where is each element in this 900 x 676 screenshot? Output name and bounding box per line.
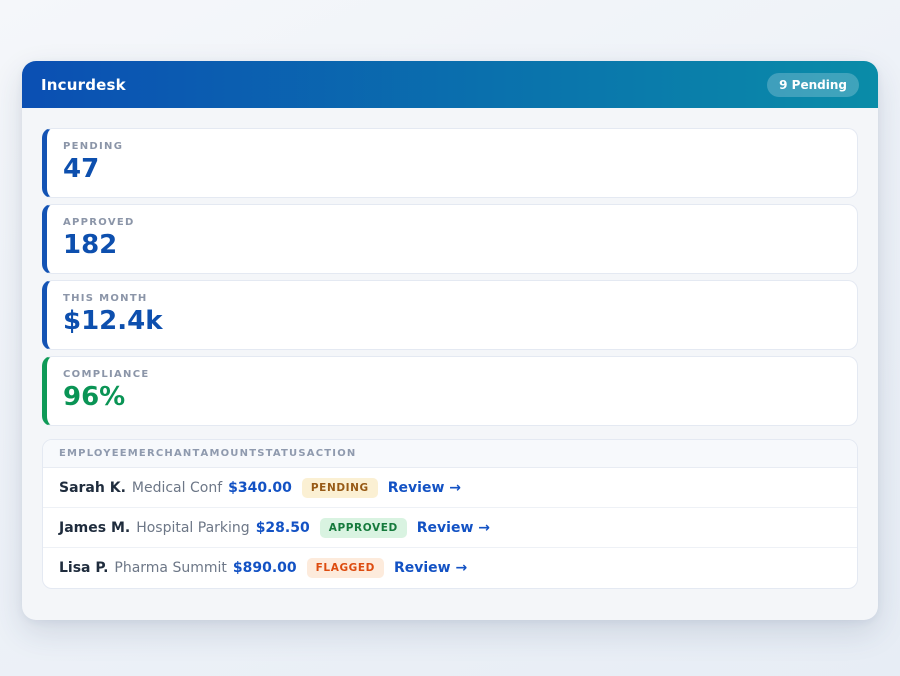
status-badge: PENDING — [302, 478, 378, 498]
stat-card-compliance: COMPLIANCE 96% — [42, 356, 858, 426]
review-link[interactable]: Review → — [417, 520, 490, 536]
column-header-employee: EMPLOYEE — [59, 448, 128, 459]
merchant-name: Hospital Parking — [136, 520, 249, 536]
stat-value: 96% — [63, 383, 841, 412]
stat-card-this-month: THIS MONTH $12.4k — [42, 280, 858, 350]
app-window: Incurdesk 9 Pending PENDING 47 APPROVED … — [22, 61, 878, 620]
stat-value: $12.4k — [63, 307, 841, 336]
merchant-name: Pharma Summit — [114, 560, 227, 576]
employee-name: Lisa P. — [59, 560, 108, 576]
stat-label: APPROVED — [63, 217, 841, 228]
expense-amount: $340.00 — [228, 480, 292, 496]
table-row: Sarah K. Medical Conf $340.00 PENDING Re… — [43, 468, 857, 508]
dashboard-body: PENDING 47 APPROVED 182 THIS MONTH $12.4… — [22, 108, 878, 613]
stat-card-pending: PENDING 47 — [42, 128, 858, 198]
stat-card-approved: APPROVED 182 — [42, 204, 858, 274]
expense-amount: $28.50 — [256, 520, 310, 536]
app-header: Incurdesk 9 Pending — [22, 61, 878, 108]
column-header-merchant: MERCHANT — [128, 448, 201, 459]
stat-value: 47 — [63, 155, 841, 184]
app-title: Incurdesk — [41, 76, 126, 94]
stat-label: THIS MONTH — [63, 293, 841, 304]
employee-name: Sarah K. — [59, 480, 126, 496]
table-row: James M. Hospital Parking $28.50 APPROVE… — [43, 508, 857, 548]
stat-label: COMPLIANCE — [63, 369, 841, 380]
review-link[interactable]: Review → — [388, 480, 461, 496]
expense-amount: $890.00 — [233, 560, 297, 576]
column-header-amount: AMOUNT — [201, 448, 258, 459]
status-badge: FLAGGED — [307, 558, 384, 578]
column-header-action: ACTION — [307, 448, 357, 459]
table-row: Lisa P. Pharma Summit $890.00 FLAGGED Re… — [43, 548, 857, 588]
status-badge: APPROVED — [320, 518, 407, 538]
stat-label: PENDING — [63, 141, 841, 152]
stat-value: 182 — [63, 231, 841, 260]
expenses-table: EMPLOYEEMERCHANTAMOUNTSTATUSACTION Sarah… — [42, 439, 858, 589]
column-header-status: STATUS — [257, 448, 307, 459]
table-header-row: EMPLOYEEMERCHANTAMOUNTSTATUSACTION — [43, 440, 857, 468]
pending-count-badge: 9 Pending — [767, 73, 859, 97]
merchant-name: Medical Conf — [132, 480, 222, 496]
review-link[interactable]: Review → — [394, 560, 467, 576]
employee-name: James M. — [59, 520, 130, 536]
